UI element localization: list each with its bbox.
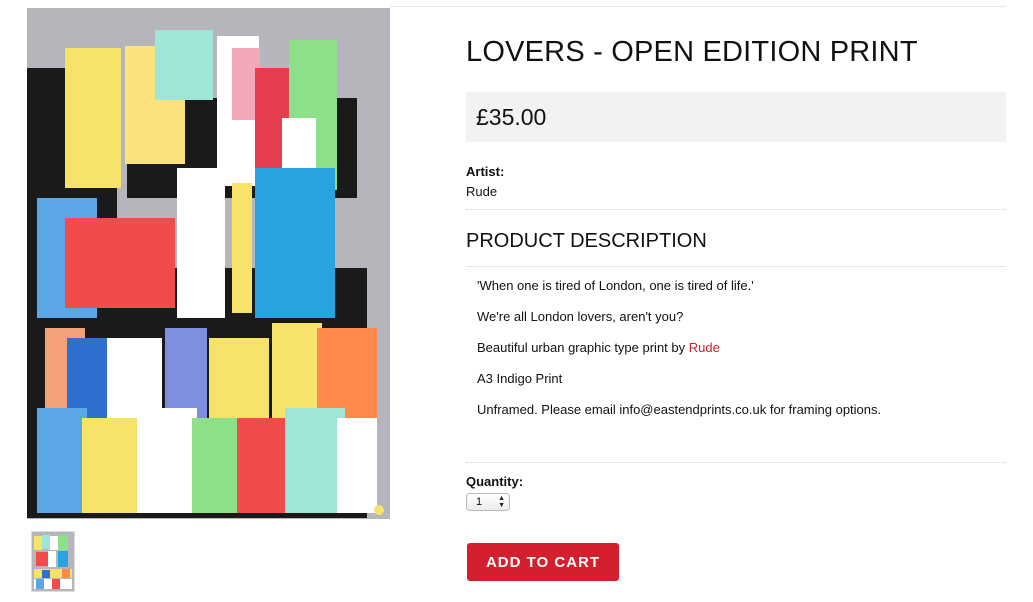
add-to-cart-button[interactable]: ADD TO CART [467,543,619,581]
quantity-label: Quantity: [466,474,524,489]
product-thumbnail[interactable] [31,531,75,592]
description-line: 'When one is tired of London, one is tir… [477,278,754,293]
description-line: A3 Indigo Print [477,371,563,386]
description-text: Beautiful urban graphic type print by [477,340,689,355]
price-box [466,92,1006,142]
product-title: LOVERS - OPEN EDITION PRINT [466,36,918,68]
divider [466,209,1006,210]
description-line: We're all London lovers, aren't you? [477,309,684,324]
product-image[interactable] [27,8,390,519]
description-heading: PRODUCT DESCRIPTION [466,230,707,252]
quantity-value: 1 [476,496,483,508]
divider [466,462,1006,463]
artist-label: Artist: [466,164,505,179]
top-divider [390,6,1006,7]
artist-name: Rude [466,184,498,199]
description-line: Beautiful urban graphic type print by Ru… [477,340,720,355]
quantity-select[interactable]: 1 ▲ ▼ [466,493,510,511]
description-line: Unframed. Please email info@eastendprint… [477,402,882,417]
stepper-arrows-icon: ▲ ▼ [498,495,505,509]
artist-link[interactable]: Rude [689,340,720,355]
description-divider [466,266,1006,267]
product-price: £35.00 [476,104,547,130]
